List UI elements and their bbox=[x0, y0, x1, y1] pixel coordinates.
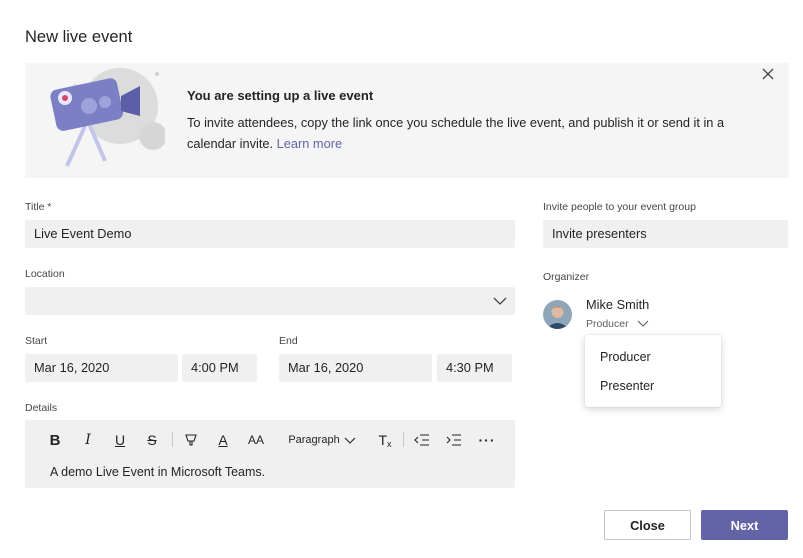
close-button[interactable]: Close bbox=[604, 510, 691, 540]
next-button[interactable]: Next bbox=[701, 510, 788, 540]
dialog-title: New live event bbox=[25, 28, 133, 46]
learn-more-link[interactable]: Learn more bbox=[277, 136, 342, 151]
chevron-down-icon bbox=[493, 287, 507, 325]
location-label: Location bbox=[25, 268, 65, 280]
title-input[interactable]: Live Event Demo bbox=[25, 220, 515, 248]
details-text: A demo Live Event in Microsoft Teams. bbox=[50, 465, 266, 479]
start-time-input[interactable]: 4:00 PM bbox=[182, 354, 257, 382]
organizer-role: Producer bbox=[586, 318, 629, 330]
avatar bbox=[543, 300, 572, 329]
bold-icon[interactable]: B bbox=[45, 429, 65, 451]
chevron-down-icon bbox=[344, 437, 356, 444]
font-color-icon[interactable]: A bbox=[213, 429, 233, 451]
more-options-icon[interactable]: ··· bbox=[476, 429, 498, 451]
increase-indent-icon[interactable] bbox=[443, 429, 465, 451]
info-banner: You are setting up a live event To invit… bbox=[25, 63, 789, 178]
strikethrough-icon[interactable]: S bbox=[142, 429, 162, 451]
italic-icon[interactable]: I bbox=[78, 429, 98, 451]
underline-icon[interactable]: U bbox=[110, 429, 130, 451]
title-label: Title * bbox=[25, 201, 52, 213]
start-date-input[interactable]: Mar 16, 2020 bbox=[25, 354, 178, 382]
role-menu: Producer Presenter bbox=[585, 335, 721, 407]
banner-body: To invite attendees, copy the link once … bbox=[187, 115, 725, 151]
banner-text: To invite attendees, copy the link once … bbox=[187, 112, 747, 154]
font-size-icon[interactable]: AA bbox=[245, 429, 267, 451]
close-banner-icon[interactable] bbox=[757, 63, 779, 85]
paragraph-style-label: Paragraph bbox=[288, 434, 340, 446]
organizer-role-dropdown[interactable]: Producer bbox=[586, 318, 649, 330]
organizer-label: Organizer bbox=[543, 271, 590, 283]
invite-label: Invite people to your event group bbox=[543, 201, 696, 213]
paragraph-style-dropdown[interactable]: Paragraph bbox=[287, 429, 357, 451]
menu-item-producer[interactable]: Producer bbox=[600, 350, 651, 364]
end-time-input[interactable]: 4:30 PM bbox=[437, 354, 512, 382]
start-label: Start bbox=[25, 335, 48, 347]
decrease-indent-icon[interactable] bbox=[411, 429, 433, 451]
invite-presenters-input[interactable]: Invite presenters bbox=[543, 220, 788, 248]
highlight-icon[interactable] bbox=[180, 429, 202, 451]
organizer-name: Mike Smith bbox=[586, 297, 650, 312]
end-date-input[interactable]: Mar 16, 2020 bbox=[279, 354, 432, 382]
camera-illustration bbox=[45, 66, 167, 171]
details-editor[interactable]: B I U S A AA Paragraph Tx ··· A demo Liv… bbox=[25, 420, 515, 488]
menu-item-presenter[interactable]: Presenter bbox=[600, 379, 654, 393]
banner-title: You are setting up a live event bbox=[187, 88, 374, 103]
chevron-down-icon bbox=[637, 320, 648, 327]
details-label: Details bbox=[25, 402, 58, 414]
end-label: End bbox=[279, 335, 298, 347]
clear-formatting-icon[interactable]: Tx bbox=[375, 429, 395, 451]
location-dropdown[interactable] bbox=[25, 287, 515, 315]
